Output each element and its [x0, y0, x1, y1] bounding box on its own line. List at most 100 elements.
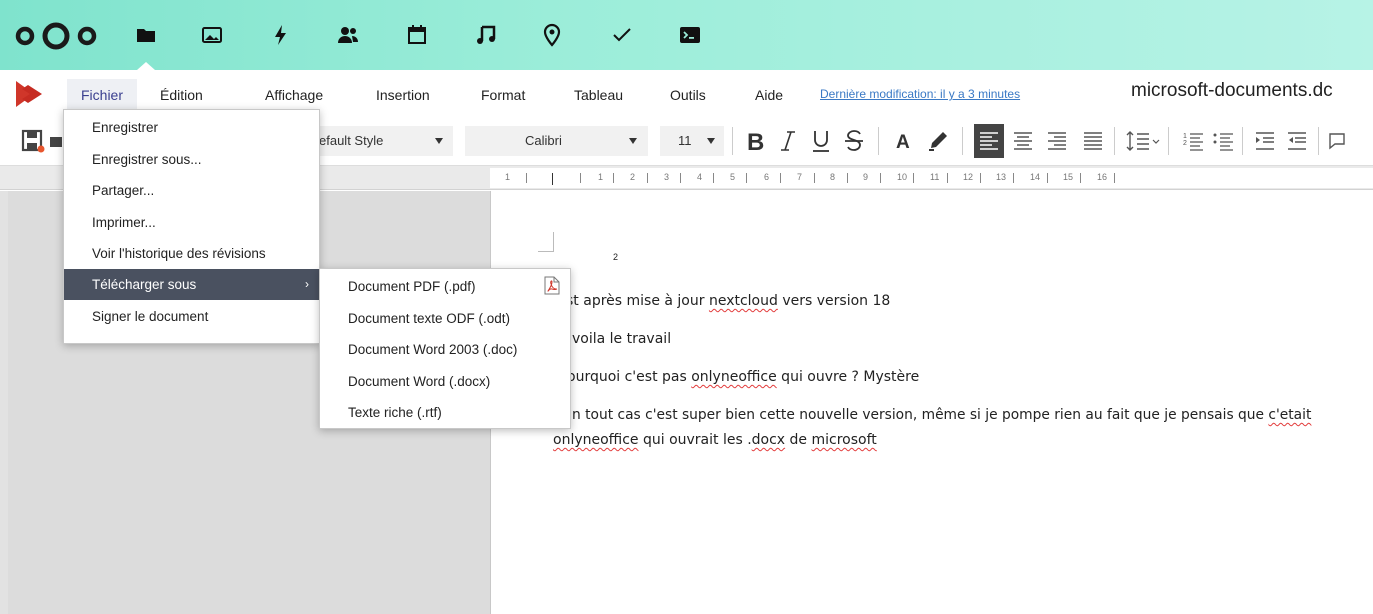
- nextcloud-logo-icon[interactable]: [14, 22, 98, 50]
- spell-error: onlyneoffice: [553, 432, 639, 448]
- photos-icon[interactable]: [198, 20, 226, 50]
- calendar-icon[interactable]: [403, 20, 431, 50]
- ruler-label: 12: [963, 172, 974, 182]
- ruler-label: 14: [1030, 172, 1041, 182]
- ruler-tick: [980, 173, 981, 183]
- download-docx[interactable]: Document Word (.docx): [320, 366, 570, 397]
- music-icon[interactable]: [472, 20, 500, 50]
- ruler-tick: [780, 173, 781, 183]
- page-corner-mark: [538, 232, 554, 252]
- ruler-tick: [1047, 173, 1048, 183]
- pdf-file-icon: [544, 276, 560, 295]
- maps-icon[interactable]: [538, 20, 566, 50]
- numbered-list-icon[interactable]: 12: [1180, 124, 1206, 158]
- align-left-icon[interactable]: [974, 124, 1004, 158]
- menu-tableau[interactable]: Tableau: [572, 79, 625, 115]
- highlight-icon[interactable]: [926, 124, 950, 158]
- document-page[interactable]: [490, 191, 1373, 614]
- menu-item-partager[interactable]: Partager...: [64, 175, 319, 206]
- font-family-select[interactable]: Calibri: [465, 126, 648, 156]
- ruler-label: 5: [730, 172, 736, 182]
- spell-error: docx: [751, 432, 786, 448]
- activity-icon[interactable]: [267, 20, 295, 50]
- ruler-tick: [713, 173, 714, 183]
- chevron-down-icon[interactable]: [707, 138, 715, 144]
- ruler-label: 9: [863, 172, 869, 182]
- ruler-label: 11: [930, 172, 940, 182]
- menu-item-signer[interactable]: Signer le document: [64, 301, 319, 332]
- last-modified-link[interactable]: Dernière modification: il y a 3 minutes: [820, 87, 1020, 101]
- save-icon[interactable]: [20, 124, 46, 158]
- menu-outils[interactable]: Outils: [668, 79, 708, 115]
- print-icon[interactable]: [50, 124, 62, 158]
- font-size-value: 11: [678, 133, 692, 148]
- doc-paragraph-1[interactable]: st après mise à jour nextcloud vers vers…: [566, 293, 890, 309]
- svg-text:A: A: [896, 132, 910, 152]
- ruler-label: 7: [797, 172, 803, 182]
- text-run: n tout cas c'est super bien cette nouvel…: [572, 407, 1269, 423]
- strikethrough-icon[interactable]: [841, 124, 867, 158]
- document-title: microsoft-documents.dc: [1131, 80, 1333, 101]
- download-pdf[interactable]: Document PDF (.pdf): [320, 271, 570, 302]
- menu-format[interactable]: Format: [479, 79, 527, 115]
- download-doc[interactable]: Document Word 2003 (.doc): [320, 334, 570, 365]
- doc-paragraph-3[interactable]: ourquoi c'est pas onlyneoffice qui ouvre…: [567, 369, 919, 385]
- ruler-label: 1: [505, 172, 511, 182]
- align-center-icon[interactable]: [1010, 124, 1036, 158]
- ruler-tick: [647, 173, 648, 183]
- chevron-down-icon[interactable]: [435, 138, 443, 144]
- paragraph-settings-icon[interactable]: [1326, 124, 1348, 158]
- ruler-tick: [1114, 173, 1115, 183]
- menu-item-imprimer[interactable]: Imprimer...: [64, 207, 319, 238]
- line-spacing-icon[interactable]: [1124, 124, 1162, 158]
- spell-error: nextcloud: [708, 293, 778, 309]
- spell-error: onlyneoffice: [691, 369, 777, 385]
- menu-item-historique[interactable]: Voir l'historique des révisions: [64, 238, 319, 269]
- menu-aide[interactable]: Aide: [753, 79, 785, 115]
- ruler-margin-marker[interactable]: [552, 173, 553, 185]
- ruler-tick: [913, 173, 914, 183]
- increase-indent-icon[interactable]: [1252, 124, 1278, 158]
- font-color-icon[interactable]: A: [893, 124, 915, 158]
- ruler-tick: [680, 173, 681, 183]
- svg-text:B: B: [747, 129, 764, 153]
- onlyoffice-logo-icon[interactable]: [14, 78, 44, 110]
- ruler-tick: [746, 173, 747, 183]
- toolbar-divider: [962, 127, 963, 155]
- text-run: de: [785, 432, 812, 448]
- contacts-icon[interactable]: [334, 20, 362, 50]
- italic-icon[interactable]: [776, 124, 800, 158]
- menu-item-enregistrer[interactable]: Enregistrer: [64, 112, 319, 143]
- tasks-icon[interactable]: [608, 20, 636, 50]
- ruler-label: 15: [1063, 172, 1074, 182]
- ruler-tick: [847, 173, 848, 183]
- toolbar-divider: [878, 127, 879, 155]
- files-icon[interactable]: [132, 20, 160, 50]
- bullet-list-icon[interactable]: [1210, 124, 1236, 158]
- chevron-down-icon[interactable]: [629, 138, 637, 144]
- ruler-label: 10: [897, 172, 908, 182]
- text-run: qui ouvrait les .: [638, 432, 752, 448]
- chevron-right-icon: ›: [305, 277, 309, 291]
- download-odt[interactable]: Document texte ODF (.odt): [320, 303, 570, 334]
- download-rtf[interactable]: Texte riche (.rtf): [320, 397, 570, 428]
- bold-icon[interactable]: B: [742, 124, 770, 158]
- text-run: ourquoi c'est pas: [567, 369, 692, 385]
- ruler-tick: [947, 173, 948, 183]
- file-menu-dropdown: Enregistrer Enregistrer sous... Partager…: [63, 109, 320, 344]
- superscript-mark: 2: [613, 252, 619, 262]
- align-justify-icon[interactable]: [1080, 124, 1106, 158]
- menu-insertion[interactable]: Insertion: [374, 79, 432, 115]
- doc-paragraph-4[interactable]: n tout cas c'est super bien cette nouvel…: [572, 407, 1311, 423]
- ruler-tick: [526, 173, 527, 183]
- doc-paragraph-2[interactable]: voila le travail: [572, 331, 671, 347]
- menu-item-telecharger-sous[interactable]: Télécharger sous ›: [64, 269, 319, 300]
- paragraph-style-select[interactable]: efault Style: [319, 126, 453, 156]
- align-right-icon[interactable]: [1044, 124, 1070, 158]
- paragraph-style-value: efault Style: [319, 133, 384, 148]
- decrease-indent-icon[interactable]: [1284, 124, 1310, 158]
- underline-icon[interactable]: [808, 124, 834, 158]
- doc-paragraph-5[interactable]: onlyneoffice qui ouvrait les .docx de mi…: [553, 432, 877, 448]
- menu-item-enregistrer-sous[interactable]: Enregistrer sous...: [64, 144, 319, 175]
- terminal-icon[interactable]: [676, 20, 704, 50]
